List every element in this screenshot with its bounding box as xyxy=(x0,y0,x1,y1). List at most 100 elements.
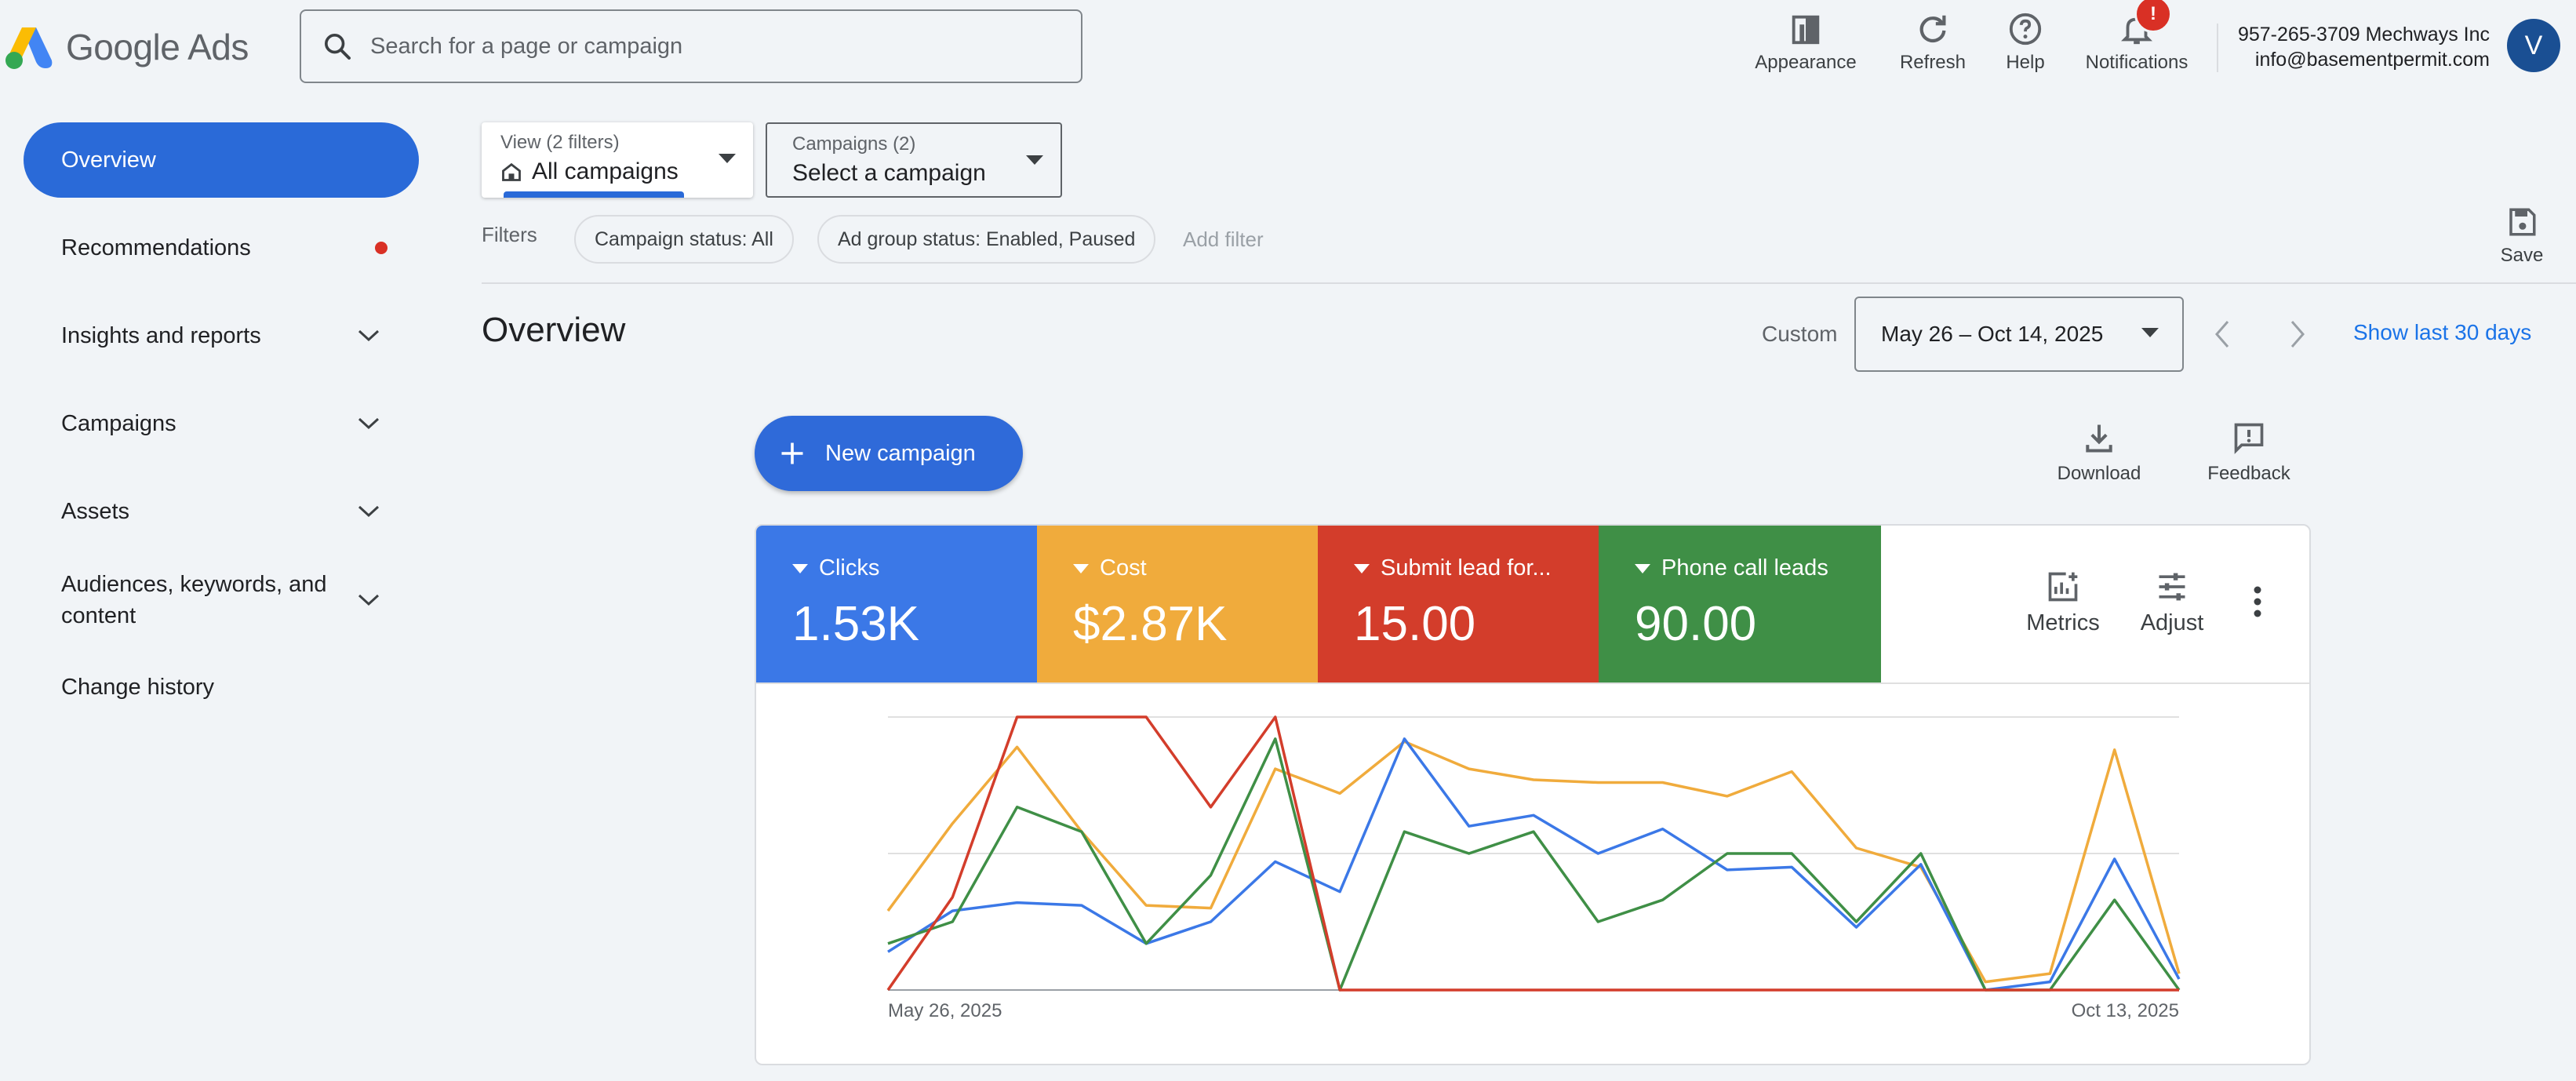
metric-name: Phone call leads xyxy=(1661,555,1828,581)
notifications-button[interactable]: ! Notifications xyxy=(2079,0,2195,74)
series-line-phone-call-leads xyxy=(887,737,2181,992)
metric-tile-phone-call-leads[interactable]: Phone call leads 90.00 xyxy=(1599,526,1881,684)
adjust-button[interactable]: Adjust xyxy=(2129,570,2215,636)
view-selector[interactable]: View (2 filters) All campaigns xyxy=(482,122,753,198)
sidebar-item-assets[interactable]: Assets xyxy=(24,474,419,549)
refresh-button[interactable]: Refresh xyxy=(1894,6,1972,74)
metric-tile-clicks[interactable]: Clicks 1.53K xyxy=(756,526,1037,684)
caret-down-icon xyxy=(1635,563,1650,573)
chevron-down-icon xyxy=(358,505,380,518)
performance-chart: May 26, 2025 Oct 13, 2025 xyxy=(886,715,2181,1021)
metric-name: Cost xyxy=(1100,555,1147,581)
show-last-30-days-link[interactable]: Show last 30 days xyxy=(2353,320,2531,345)
sidebar-item-change-history[interactable]: Change history xyxy=(24,650,419,725)
date-range-selector[interactable]: May 26 – Oct 14, 2025 xyxy=(1854,297,2184,372)
caret-down-icon xyxy=(1354,563,1370,573)
download-icon xyxy=(2086,424,2112,453)
google-ads-logo[interactable]: Google Ads xyxy=(5,22,271,72)
account-info[interactable]: 957-265-3709 Mechways Inc info@basementp… xyxy=(2238,22,2490,72)
notification-badge: ! xyxy=(2134,0,2172,33)
metric-value: 90.00 xyxy=(1635,597,1757,651)
view-filters-label: View (2 filters) xyxy=(500,132,620,153)
x-axis-end-label: Oct 13, 2025 xyxy=(2072,1000,2179,1021)
metric-tile-cost[interactable]: Cost $2.87K xyxy=(1037,526,1318,684)
date-range-value: May 26 – Oct 14, 2025 xyxy=(1881,322,2104,346)
home-icon xyxy=(502,162,521,181)
caret-down-icon xyxy=(792,563,808,573)
x-axis-start-label: May 26, 2025 xyxy=(888,1000,1002,1021)
logo-text: Google Ads xyxy=(66,27,249,67)
feedback-button[interactable]: Feedback xyxy=(2198,420,2300,485)
custom-label: Custom xyxy=(1762,322,1838,346)
view-selected-indicator xyxy=(504,191,684,198)
header-divider xyxy=(2217,24,2218,72)
metrics-label: Metrics xyxy=(2026,610,2100,635)
filter-divider xyxy=(482,282,2576,284)
sidebar-item-overview[interactable]: Overview xyxy=(24,122,419,198)
account-email: info@basementpermit.com xyxy=(2254,49,2490,71)
sidebar-item-label: Change history xyxy=(61,674,215,700)
google-ads-logo-icon xyxy=(5,27,53,69)
sidebar-item-label: Recommendations xyxy=(61,235,251,260)
appearance-label: Appearance xyxy=(1755,52,1857,73)
add-filter-button[interactable]: Add filter xyxy=(1183,227,1264,252)
dropdown-caret-icon xyxy=(719,154,736,163)
tune-icon xyxy=(2159,573,2185,601)
feedback-icon xyxy=(2234,423,2264,454)
caret-down-icon xyxy=(1073,563,1089,573)
metric-tile-submit-lead[interactable]: Submit lead for... 15.00 xyxy=(1318,526,1599,684)
sidebar-item-label: Insights and reports xyxy=(61,322,261,348)
download-label: Download xyxy=(2057,463,2141,484)
search-input[interactable] xyxy=(369,32,1046,60)
metric-name: Submit lead for... xyxy=(1381,555,1552,581)
page-title: Overview xyxy=(482,311,626,349)
series-line-cost xyxy=(886,740,2181,984)
filter-chip-ad-group-status[interactable]: Ad group status: Enabled, Paused xyxy=(817,215,1156,264)
chevron-down-icon xyxy=(358,594,380,606)
more-vert-icon[interactable] xyxy=(2251,584,2264,620)
sidebar-item-label: Overview xyxy=(61,147,156,173)
sidebar-item-audiences[interactable]: Audiences, keywords, and content xyxy=(24,559,419,642)
dropdown-caret-icon xyxy=(2141,328,2159,337)
new-campaign-button[interactable]: New campaign xyxy=(755,416,1023,491)
sidebar-item-insights[interactable]: Insights and reports xyxy=(24,298,419,373)
save-button[interactable]: Save xyxy=(2494,206,2549,267)
appearance-button[interactable]: Appearance xyxy=(1752,6,1859,74)
campaigns-count-label: Campaigns (2) xyxy=(792,133,916,155)
search-icon xyxy=(325,34,351,60)
recommendations-dot xyxy=(375,242,387,254)
sidebar-item-recommendations[interactable]: Recommendations xyxy=(24,210,419,286)
avatar[interactable]: V xyxy=(2507,19,2560,72)
help-icon xyxy=(2009,13,2042,45)
help-button[interactable]: Help xyxy=(1997,6,2054,74)
account-line1: 957-265-3709 Mechways Inc xyxy=(2237,24,2490,45)
refresh-label: Refresh xyxy=(1899,52,1967,73)
save-label: Save xyxy=(2500,245,2544,266)
metric-value: 15.00 xyxy=(1354,597,1476,651)
metrics-button[interactable]: Metrics xyxy=(2010,570,2116,636)
filters-label: Filters xyxy=(482,223,537,246)
chevron-left-icon[interactable] xyxy=(2210,318,2234,350)
chevron-right-icon[interactable] xyxy=(2286,318,2309,350)
metric-name: Clicks xyxy=(819,555,880,581)
campaigns-selector[interactable]: Campaigns (2) Select a campaign xyxy=(766,122,1062,198)
notifications-label: Notifications xyxy=(2085,52,2189,73)
sidebar-item-label: Assets xyxy=(61,498,130,524)
dropdown-caret-icon xyxy=(1026,155,1043,165)
download-button[interactable]: Download xyxy=(2047,420,2151,485)
search-box[interactable] xyxy=(300,9,1082,83)
feedback-label: Feedback xyxy=(2207,463,2290,484)
refresh-icon xyxy=(1919,15,1946,43)
chevron-down-icon xyxy=(358,417,380,430)
filter-chip-campaign-status[interactable]: Campaign status: All xyxy=(574,215,794,264)
metric-value: $2.87K xyxy=(1073,597,1228,651)
sidebar-item-campaigns[interactable]: Campaigns xyxy=(24,386,419,461)
save-icon xyxy=(2509,208,2536,236)
adjust-label: Adjust xyxy=(2140,610,2204,635)
new-campaign-label: New campaign xyxy=(825,440,976,466)
metric-value: 1.53K xyxy=(792,597,920,651)
view-value: All campaigns xyxy=(532,158,679,184)
add-chart-icon xyxy=(2048,572,2078,602)
campaigns-value: Select a campaign xyxy=(792,160,986,186)
plus-icon xyxy=(781,442,803,464)
